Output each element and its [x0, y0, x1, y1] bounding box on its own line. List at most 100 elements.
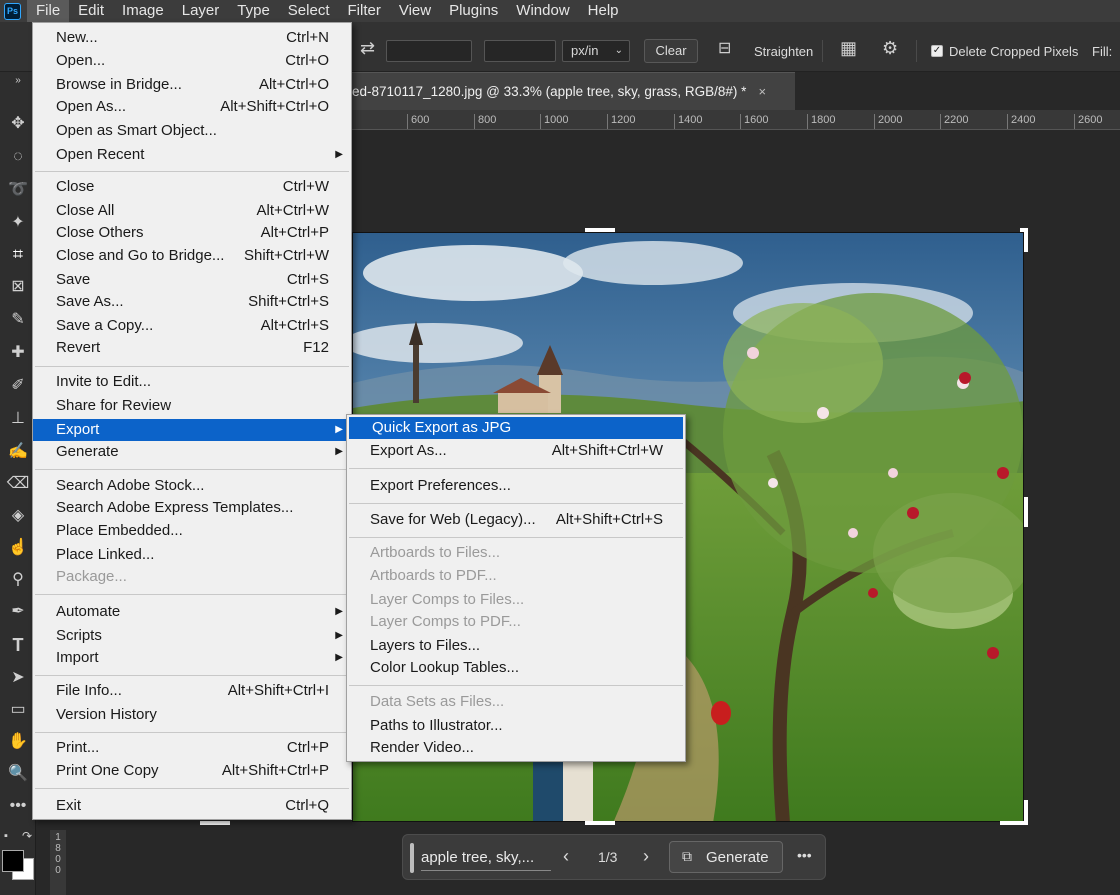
menu-edit[interactable]: Edit [69, 0, 113, 22]
crop-width-field[interactable] [386, 40, 472, 62]
eyedropper-tool-icon[interactable]: ✎ [0, 308, 36, 332]
menu-item-new[interactable]: New... Ctrl+N [33, 27, 351, 49]
crop-handle-bottom-left[interactable] [200, 821, 230, 825]
swap-colors-icon[interactable]: ↷ [18, 824, 36, 848]
menu-item-save-as[interactable]: Save As... Shift+Ctrl+S [33, 291, 351, 313]
dodge-tool-icon[interactable]: ⚲ [0, 568, 36, 592]
menu-view[interactable]: View [390, 0, 440, 22]
menu-item-color-lookup-tables[interactable]: Color Lookup Tables... [347, 657, 685, 679]
healing-brush-icon[interactable]: ✚ [0, 341, 36, 365]
drag-handle[interactable] [410, 843, 414, 873]
menu-item-save[interactable]: Save Ctrl+S [33, 269, 351, 291]
menu-item-search-adobe-stock[interactable]: Search Adobe Stock... [33, 475, 351, 497]
crop-handle-bottom-right-h[interactable] [1000, 821, 1028, 825]
menu-item-exit[interactable]: Exit Ctrl+Q [33, 795, 351, 817]
menu-item-browse-in-bridge[interactable]: Browse in Bridge... Alt+Ctrl+O [33, 74, 351, 96]
delete-cropped-checkbox[interactable]: ✓ [931, 45, 943, 57]
menu-plugins[interactable]: Plugins [440, 0, 507, 22]
eraser-tool-icon[interactable]: ⌫ [0, 472, 36, 496]
more-options-icon[interactable]: ••• [797, 847, 812, 863]
menu-item-file-info[interactable]: File Info... Alt+Shift+Ctrl+I [33, 680, 351, 702]
menu-window[interactable]: Window [507, 0, 578, 22]
menu-item-open-recent[interactable]: Open Recent ▶ [33, 144, 351, 166]
gear-icon[interactable]: ⚙ [882, 38, 898, 59]
chevron-right-icon[interactable]: › [643, 846, 649, 867]
menu-item-place-embedded[interactable]: Place Embedded... [33, 520, 351, 542]
document-tab[interactable]: ed-8710117_1280.jpg @ 33.3% (apple tree,… [340, 72, 795, 110]
clone-stamp-icon[interactable]: ⊥ [0, 407, 36, 431]
menu-help[interactable]: Help [579, 0, 628, 22]
menu-item-close-go-to-bridge[interactable]: Close and Go to Bridge... Shift+Ctrl+W [33, 245, 351, 267]
history-brush-icon[interactable]: ✍ [0, 440, 36, 464]
straighten-label[interactable]: Straighten [754, 44, 813, 59]
menu-item-scripts[interactable]: Scripts ▶ [33, 625, 351, 647]
chevron-left-icon[interactable]: ‹ [563, 846, 569, 867]
crop-handle-top-right-v[interactable] [1024, 228, 1028, 252]
menu-item-quick-export-jpg[interactable]: Quick Export as JPG [349, 417, 683, 439]
menu-item-import[interactable]: Import ▶ [33, 647, 351, 669]
frame-tool-icon[interactable]: ⊠ [0, 275, 36, 299]
menu-item-generate[interactable]: Generate ▶ [33, 441, 351, 463]
menu-item-place-linked[interactable]: Place Linked... [33, 544, 351, 566]
menu-item-revert[interactable]: Revert F12 [33, 337, 351, 359]
menu-item-print[interactable]: Print... Ctrl+P [33, 737, 351, 759]
menu-item-close[interactable]: Close Ctrl+W [33, 176, 351, 198]
menu-item-invite-to-edit[interactable]: Invite to Edit... [33, 371, 351, 393]
type-tool-icon[interactable]: T [0, 633, 36, 657]
collapse-panel-icon[interactable]: » [0, 74, 36, 88]
menu-item-close-all[interactable]: Close All Alt+Ctrl+W [33, 200, 351, 222]
menu-layer[interactable]: Layer [173, 0, 229, 22]
resolution-unit-select[interactable]: px/in ⌄ [562, 40, 630, 62]
paint-bucket-icon[interactable]: ◈ [0, 504, 36, 528]
crop-height-field[interactable] [484, 40, 556, 62]
menu-item-export-as[interactable]: Export As... Alt+Shift+Ctrl+W [347, 440, 685, 462]
menu-item-open[interactable]: Open... Ctrl+O [33, 50, 351, 72]
smudge-tool-icon[interactable]: ☝ [0, 536, 36, 560]
foreground-color-swatch[interactable] [2, 850, 24, 872]
path-selection-icon[interactable]: ➤ [0, 666, 36, 690]
rectangle-tool-icon[interactable]: ▭ [0, 698, 36, 722]
clear-button[interactable]: Clear [644, 39, 698, 63]
zoom-tool-icon[interactable]: 🔍 [0, 762, 36, 786]
menu-item-render-video[interactable]: Render Video... [347, 737, 685, 759]
menu-file[interactable]: File [27, 0, 70, 22]
hand-tool-icon[interactable]: ✋ [0, 730, 36, 754]
crop-handle-top[interactable] [585, 228, 615, 232]
generate-button[interactable]: ⧉ Generate [669, 841, 783, 873]
lasso-tool-icon[interactable]: ➰ [0, 178, 36, 202]
prompt-input[interactable]: apple tree, sky,... [421, 845, 551, 871]
grid-overlay-icon[interactable]: ▦ [840, 38, 857, 59]
menu-item-open-smart-object[interactable]: Open as Smart Object... [33, 120, 351, 142]
move-tool-icon[interactable]: ✥ [0, 112, 36, 136]
menu-item-paths-to-illustrator[interactable]: Paths to Illustrator... [347, 715, 685, 737]
brush-tool-icon[interactable]: ✐ [0, 374, 36, 398]
menu-item-version-history[interactable]: Version History [33, 704, 351, 726]
menu-item-save-for-web[interactable]: Save for Web (Legacy)... Alt+Shift+Ctrl+S [347, 509, 685, 531]
menu-filter[interactable]: Filter [339, 0, 390, 22]
menu-item-close-others[interactable]: Close Others Alt+Ctrl+P [33, 222, 351, 244]
default-colors-icon[interactable]: ▪ [0, 824, 12, 848]
crop-handle-bottom[interactable] [585, 821, 615, 825]
menu-select[interactable]: Select [279, 0, 339, 22]
close-icon[interactable]: × [758, 84, 766, 99]
menu-item-print-one-copy[interactable]: Print One Copy Alt+Shift+Ctrl+P [33, 760, 351, 782]
pen-tool-icon[interactable]: ✒ [0, 600, 36, 624]
menu-type[interactable]: Type [228, 0, 279, 22]
marquee-tool-icon[interactable]: ◌ [0, 145, 36, 169]
crop-tool-icon[interactable]: ⌗ [0, 242, 36, 266]
menu-item-automate[interactable]: Automate ▶ [33, 601, 351, 623]
swap-arrows-icon[interactable]: ⇄ [360, 38, 375, 59]
more-tools-icon[interactable]: ••• [0, 794, 36, 818]
menu-image[interactable]: Image [113, 0, 173, 22]
menu-item-layers-to-files[interactable]: Layers to Files... [347, 635, 685, 657]
menu-item-share-for-review[interactable]: Share for Review [33, 395, 351, 417]
menu-item-export[interactable]: Export ▶ [33, 419, 351, 441]
straighten-level-icon[interactable]: ⊟ [718, 38, 731, 58]
magic-wand-tool-icon[interactable]: ✦ [0, 211, 36, 235]
delete-cropped-label[interactable]: Delete Cropped Pixels [949, 44, 1078, 59]
menu-item-open-as[interactable]: Open As... Alt+Shift+Ctrl+O [33, 96, 351, 118]
menu-item-save-a-copy[interactable]: Save a Copy... Alt+Ctrl+S [33, 315, 351, 337]
menu-item-search-express-templates[interactable]: Search Adobe Express Templates... [33, 497, 351, 519]
crop-handle-right[interactable] [1024, 497, 1028, 527]
menu-item-export-preferences[interactable]: Export Preferences... [347, 475, 685, 497]
